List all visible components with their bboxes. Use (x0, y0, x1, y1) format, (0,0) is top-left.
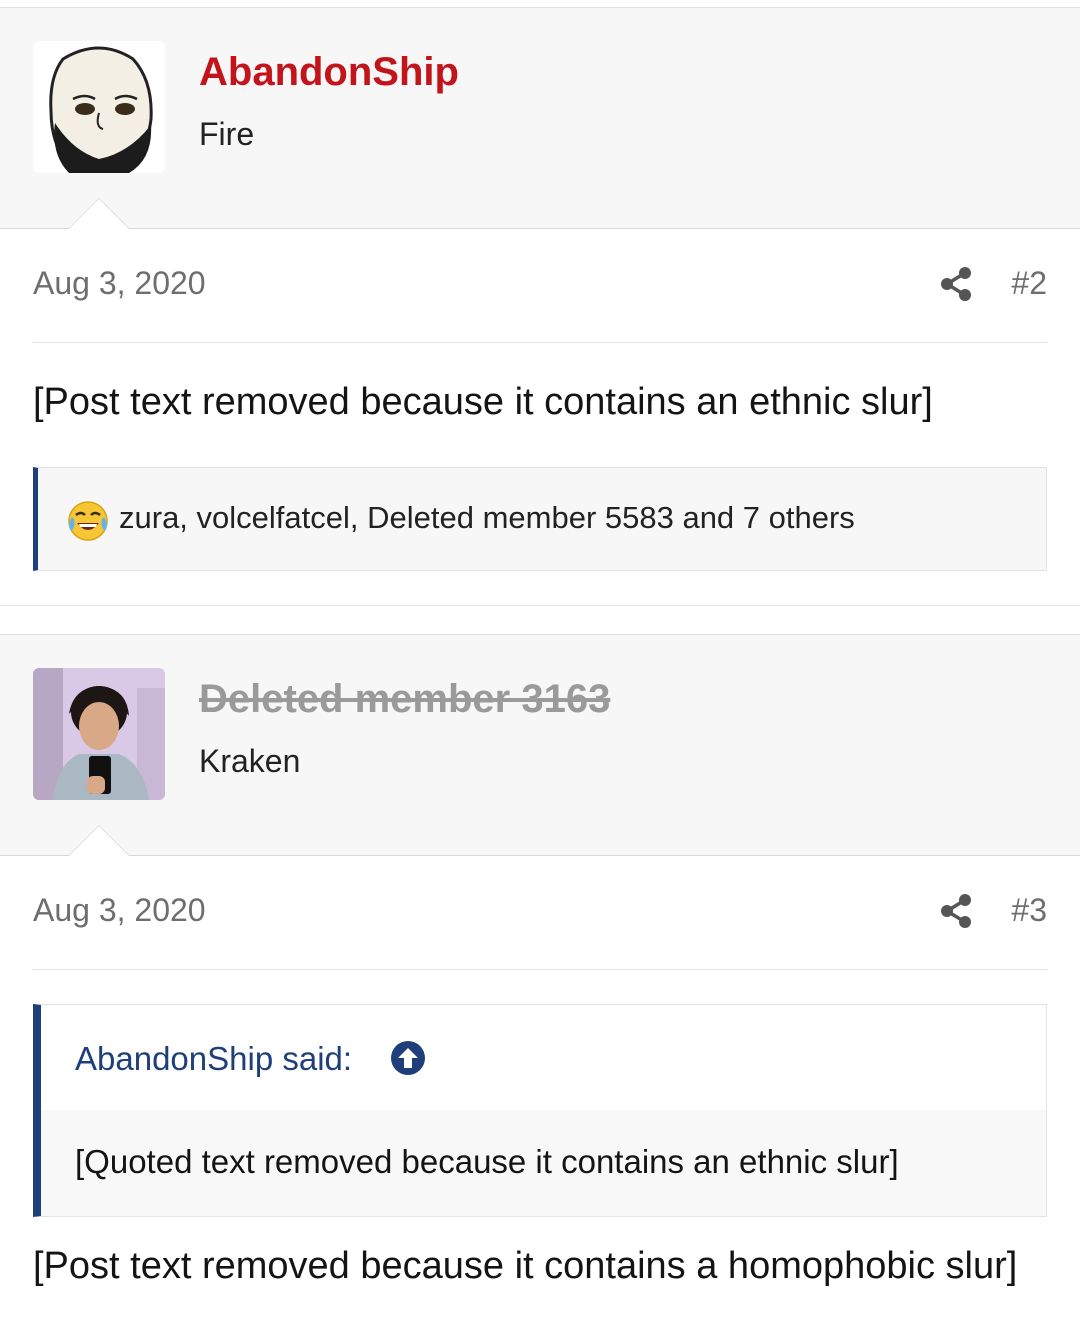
quote-text: [Quoted text removed because it contains… (75, 1143, 899, 1180)
post-3: Deleted member 3163 Kraken Aug 3, 2020 #… (0, 634, 1080, 1288)
post-number-link[interactable]: #2 (1011, 265, 1047, 302)
user-block: Deleted member 3163 Kraken (0, 634, 1080, 856)
post-date[interactable]: Aug 3, 2020 (33, 892, 206, 929)
reactions-text[interactable]: zura, volcelfatcel, Deleted member 5583 … (119, 500, 855, 536)
quote-author[interactable]: AbandonShip said: (75, 1040, 352, 1078)
avatar[interactable] (33, 668, 165, 800)
username[interactable]: AbandonShip (199, 50, 459, 95)
post-pointer-arrow (68, 825, 130, 856)
quote-block: AbandonShip said: [Quoted text removed b… (33, 1004, 1047, 1217)
post-meta: Aug 3, 2020 #3 (33, 856, 1047, 970)
user-title: Kraken (199, 743, 301, 779)
post-body: [Post text removed because it contains a… (33, 1245, 1018, 1287)
post-separator (0, 605, 1080, 634)
share-icon[interactable] (940, 894, 972, 928)
post-pointer-arrow (68, 198, 130, 229)
arrow-up-circle-icon[interactable] (390, 1040, 426, 1076)
beard-wojak-avatar-icon (33, 41, 165, 173)
user-title: Fire (199, 116, 255, 152)
user-block: AbandonShip Fire (0, 7, 1080, 229)
avatar[interactable] (33, 41, 165, 173)
post-date[interactable]: Aug 3, 2020 (33, 265, 206, 302)
quote-header[interactable]: AbandonShip said: (41, 1005, 1046, 1110)
username: Deleted member 3163 (199, 677, 611, 721)
crying-laughing-emoji (66, 499, 110, 543)
reactions-bar[interactable]: zura, volcelfatcel, Deleted member 5583 … (33, 467, 1047, 571)
post-meta: Aug 3, 2020 #2 (33, 229, 1047, 343)
post-2: AbandonShip Fire Aug 3, 2020 #2 [Post te… (0, 7, 1080, 634)
share-icon[interactable] (940, 267, 972, 301)
quote-body: [Quoted text removed because it contains… (41, 1110, 1046, 1216)
post-number-link[interactable]: #3 (1011, 892, 1047, 929)
selfie-photo-avatar-icon (33, 668, 165, 800)
post-body: [Post text removed because it contains a… (33, 381, 933, 423)
